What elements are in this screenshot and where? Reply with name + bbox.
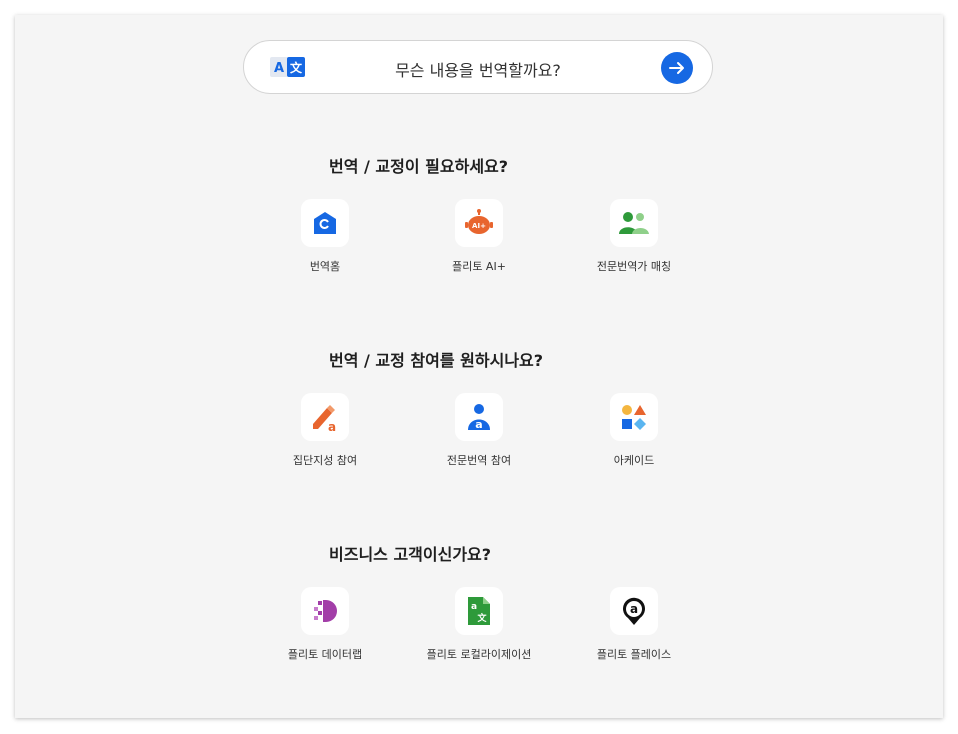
svg-text:a: a	[471, 602, 477, 612]
svg-text:文: 文	[476, 612, 487, 624]
menu-item-arcade[interactable]: 아케이드	[554, 393, 714, 468]
tile[interactable]: a	[610, 587, 658, 635]
menu-item-label: 플리토 로컬라이제이션	[426, 648, 532, 661]
menu-item-crowd-participation[interactable]: a 집단지성 참여	[245, 393, 405, 468]
ai-plus-icon: AI+	[465, 209, 493, 234]
menu-item-localization[interactable]: a 文 플리토 로컬라이제이션	[399, 587, 559, 662]
section-title-need-translation: 번역 / 교정이 필요하세요?	[329, 157, 509, 176]
menu-item-flitto-place[interactable]: a 플리토 플레이스	[554, 587, 714, 662]
menu-item-label: 전문번역가 매칭	[596, 260, 672, 273]
menu-item-label: 집단지성 참여	[292, 454, 358, 467]
svg-text:AI+: AI+	[472, 222, 486, 230]
menu-item-label: 플리토 AI+	[452, 260, 506, 273]
section-title-join-translation: 번역 / 교정 참여를 원하시나요?	[329, 351, 544, 370]
menu-item-flitto-ai-plus[interactable]: AI+ 플리토 AI+	[399, 199, 559, 274]
tile[interactable]	[610, 393, 658, 441]
datalab-icon	[314, 600, 337, 622]
menu-item-pro-translation-participation[interactable]: a 전문번역 참여	[399, 393, 559, 468]
tile[interactable]: AI+	[455, 199, 503, 247]
tile[interactable]	[301, 587, 349, 635]
menu-item-label: 번역홈	[309, 260, 341, 273]
menu-item-label: 전문번역 참여	[446, 454, 512, 467]
translate-search-bar[interactable]: A 文 무슨 내용을 번역할까요?	[243, 40, 713, 94]
search-placeholder[interactable]: 무슨 내용을 번역할까요?	[244, 57, 712, 81]
svg-text:a: a	[630, 602, 638, 616]
svg-text:a: a	[328, 420, 336, 432]
pro-translator-icon: a	[468, 404, 490, 431]
submit-arrow-button[interactable]	[661, 52, 693, 84]
tile[interactable]: a 文	[455, 587, 503, 635]
arcade-shapes-icon	[622, 405, 646, 430]
menu-item-translator-matching[interactable]: 전문번역가 매칭	[554, 199, 714, 274]
tile[interactable]	[301, 199, 349, 247]
place-pin-icon: a	[623, 597, 645, 625]
section-title-business: 비즈니스 고객이신가요?	[329, 545, 492, 564]
arrow-right-icon	[669, 62, 684, 74]
localization-icon: a 文	[468, 597, 490, 625]
menu-item-translation-home[interactable]: 번역홈	[245, 199, 405, 274]
menu-item-datalab[interactable]: 플리토 데이터랩	[245, 587, 405, 662]
crowd-pencil-icon: a	[313, 405, 336, 432]
tile[interactable]	[610, 199, 658, 247]
tile[interactable]: a	[455, 393, 503, 441]
menu-item-label: 아케이드	[613, 454, 655, 467]
main-panel: A 文 무슨 내용을 번역할까요? 번역 / 교정이 필요하세요? 번역홈 AI…	[15, 15, 943, 718]
menu-item-label: 플리토 데이터랩	[287, 648, 363, 661]
menu-item-label: 플리토 플레이스	[596, 648, 672, 661]
svg-text:a: a	[475, 418, 482, 431]
translator-matching-icon	[619, 212, 649, 234]
translation-home-icon	[314, 212, 336, 234]
tile[interactable]: a	[301, 393, 349, 441]
